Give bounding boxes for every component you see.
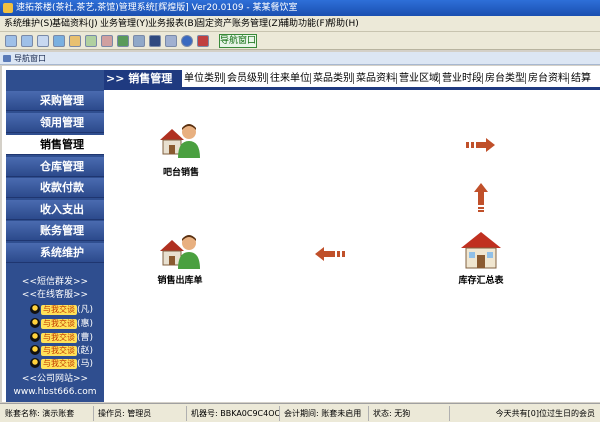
window-icon[interactable] [21, 35, 33, 47]
status-birthday: 今天共有[0]位过生日的会员 [495, 409, 595, 418]
arrow-up-icon [474, 183, 488, 212]
sidebar-item-accounts[interactable]: 账务管理 [6, 221, 104, 241]
menu-tools[interactable]: 辅助功能(F) [280, 16, 328, 32]
help-icon[interactable] [181, 35, 193, 47]
subwindow-titlebar: 导航窗口 [0, 52, 600, 65]
arrow-right-icon [466, 138, 495, 152]
qq-contact[interactable]: 与我交谈 (曹) [30, 332, 93, 344]
subwindow-title: 导航窗口 [14, 54, 46, 63]
toolbar: 导航窗口 [0, 32, 600, 50]
tab-member-level[interactable]: 会员级别 [227, 70, 267, 87]
qq-contact[interactable]: 与我交谈 (凡) [30, 304, 93, 316]
menu-system[interactable]: 系统维护(S) [4, 16, 53, 32]
status-machine: 机器号: BBKA0C9C4OC5( [188, 406, 280, 421]
menu-reports[interactable]: 业务报表(B) [148, 16, 197, 32]
menu-fixed-assets[interactable]: 固定资产 [196, 16, 232, 32]
qq-contact[interactable]: 与我交谈 (马) [30, 358, 93, 370]
window-titlebar: 速拓茶楼(茶社,茶艺,茶馆)管理系统[辉煌版] Ver20.0109 - 某某餐… [0, 0, 600, 16]
tools-icon[interactable] [69, 35, 81, 47]
inventory-summary-label[interactable]: 库存汇总表 [441, 273, 521, 286]
tab-separator [224, 73, 225, 84]
sidebar-item-sales[interactable]: 销售管理 [6, 135, 104, 155]
sales-outbound-icon[interactable] [158, 233, 204, 271]
cash-icon[interactable] [117, 35, 129, 47]
sidebar-item-income-expense[interactable]: 收入支出 [6, 200, 104, 220]
house-icon[interactable] [460, 230, 502, 270]
save-icon[interactable] [149, 35, 161, 47]
window-icon [3, 55, 11, 62]
print-icon[interactable] [133, 35, 145, 47]
qq-icon [30, 332, 40, 342]
tab-separator [525, 73, 526, 84]
sidebar-item-purchase[interactable]: 采购管理 [6, 91, 104, 111]
statusbar: 账套名称: 演示账套 操作员: 管理员 机器号: BBKA0C9C4OC5( 会… [0, 403, 600, 422]
tab-separator [310, 73, 311, 84]
status-operator: 操作员: 管理员 [95, 406, 187, 421]
tab-partners[interactable]: 往来单位 [270, 70, 310, 87]
bar-sales-label[interactable]: 吧台销售 [146, 165, 216, 178]
app-icon [3, 3, 13, 13]
sidebar-item-payments[interactable]: 收款付款 [6, 178, 104, 198]
status-account: 账套名称: 演示账套 [2, 406, 94, 421]
tab-separator [568, 73, 569, 84]
tab-settlement[interactable]: 结算 [571, 70, 591, 87]
menu-help[interactable]: 帮助(H) [327, 16, 359, 32]
sidebar-item-requisition[interactable]: 领用管理 [6, 113, 104, 133]
sales-outbound-label[interactable]: 销售出库单 [140, 273, 220, 286]
sidebar-item-warehouse[interactable]: 仓库管理 [6, 157, 104, 177]
qq-contact[interactable]: 与我交谈 (赵) [30, 345, 93, 357]
tab-separator [396, 73, 397, 84]
website-link[interactable]: www.hbst666.com [6, 387, 104, 397]
document-icon[interactable] [37, 35, 49, 47]
exit-icon[interactable] [197, 35, 209, 47]
qq-icon [30, 318, 40, 328]
edit-icon[interactable] [85, 35, 97, 47]
section-title: >> 销售管理 [104, 70, 182, 87]
menu-accounts[interactable]: 账务管理(Z) [232, 16, 281, 32]
arrow-left-icon [315, 247, 345, 261]
tab-room-type[interactable]: 房台类型 [485, 70, 525, 87]
qq-icon [30, 304, 40, 314]
chart-icon[interactable] [53, 35, 65, 47]
refresh-icon[interactable] [101, 35, 113, 47]
tab-separator [482, 73, 483, 84]
tabbar: >> 销售管理 单位类别 会员级别 往来单位 菜品类别 菜品资料 营业区域 营业… [104, 70, 600, 90]
company-link[interactable]: <<公司网站>> [6, 373, 104, 385]
tab-business-area[interactable]: 营业区域 [399, 70, 439, 87]
tab-separator [439, 73, 440, 84]
nav-window-button[interactable]: 导航窗口 [219, 34, 257, 48]
menu-business[interactable]: 业务管理(Y) [100, 16, 149, 32]
menubar: 系统维护(S) 基础资料(J) 业务管理(Y) 业务报表(B) 固定资产 账务管… [0, 16, 600, 32]
tab-dish-category[interactable]: 菜品类别 [313, 70, 353, 87]
qq-contact[interactable]: 与我交谈 (惠) [30, 318, 93, 330]
tab-unit-category[interactable]: 单位类别 [184, 70, 224, 87]
sidebar-item-system[interactable]: 系统维护 [6, 243, 104, 263]
qq-icon [30, 345, 40, 355]
tab-separator [267, 73, 268, 84]
status-period: 会计期间: 账套未启用 [281, 406, 369, 421]
status-state: 状态: 无狗 [370, 406, 450, 421]
service-link[interactable]: <<在线客服>> [6, 289, 104, 301]
qq-icon [30, 358, 40, 368]
tab-business-period[interactable]: 营业时段 [442, 70, 482, 87]
window-title: 速拓茶楼(茶社,茶艺,茶馆)管理系统[辉煌版] Ver20.0109 - 某某餐… [16, 3, 298, 13]
tab-dish-info[interactable]: 菜品资料 [356, 70, 396, 87]
calculator-icon[interactable] [165, 35, 177, 47]
sms-link[interactable]: <<短信群发>> [6, 276, 104, 288]
tab-room-info[interactable]: 房台资料 [528, 70, 568, 87]
window-icon[interactable] [5, 35, 17, 47]
tab-separator [353, 73, 354, 84]
bar-sales-icon[interactable] [158, 122, 204, 160]
menu-basic-data[interactable]: 基础资料(J) [52, 16, 98, 32]
